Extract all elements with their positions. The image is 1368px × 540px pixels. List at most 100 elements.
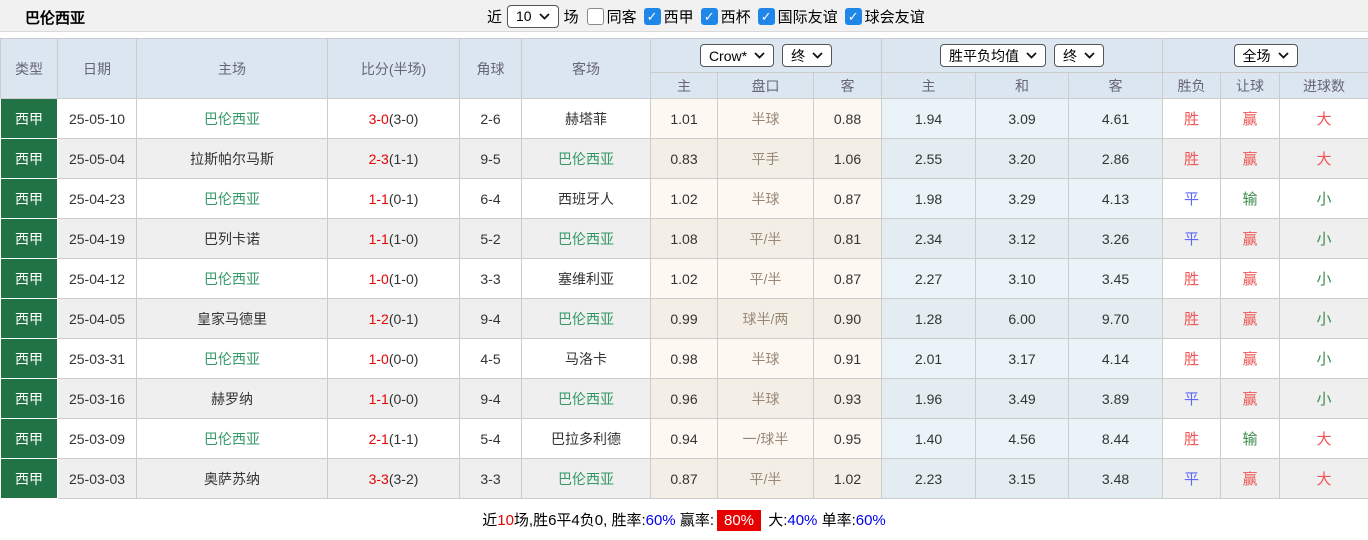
- odds-draw-cell: 3.49: [975, 378, 1070, 419]
- table-row: 西甲 25-05-10 巴伦西亚 3-0(3-0) 2-6 赫塔菲 1.01 半…: [0, 98, 1368, 139]
- away-team-cell: 巴拉多利德: [521, 418, 651, 459]
- summary-segment: 10: [497, 511, 514, 529]
- corners-cell: 3-3: [459, 458, 522, 499]
- away-team-cell: 赫塔菲: [521, 98, 651, 139]
- handicap-away-odds-cell: 1.06: [812, 138, 883, 179]
- handicap-away-odds-cell: 0.93: [812, 378, 883, 419]
- result-handicap-cell: 输: [1220, 178, 1281, 219]
- filter-bar: 近 10 场 同客 ✓ 西甲 ✓ 西杯 ✓ 国际友谊 ✓ 球会友谊: [487, 4, 925, 28]
- bookmaker-select[interactable]: Crow*: [699, 44, 775, 67]
- filter-checkbox-label: 西甲: [663, 8, 694, 26]
- summary-text: 近10场,胜6平4负0, 胜率:60% 赢率: 80% 大:40% 单率:60%: [482, 509, 886, 531]
- fulltime-score: 1-0: [368, 350, 389, 367]
- summary-segment: 近: [482, 511, 498, 529]
- league-type-cell: 西甲: [0, 218, 58, 259]
- handicap-line-cell: 半球: [717, 98, 814, 139]
- fulltime-score: 1-1: [368, 230, 389, 247]
- fulltime-score: 3-0: [368, 110, 389, 127]
- table-row: 西甲 25-03-03 奥萨苏纳 3-3(3-2) 3-3 巴伦西亚 0.87 …: [0, 458, 1368, 499]
- filter-checkbox[interactable]: ✓: [700, 7, 718, 25]
- subcol-result-goals: 进球数: [1279, 72, 1368, 99]
- table-row: 西甲 25-03-09 巴伦西亚 2-1(1-1) 5-4 巴拉多利德 0.94…: [0, 418, 1368, 459]
- period-select[interactable]: 全场: [1233, 44, 1298, 67]
- result-wdl-cell: 胜: [1162, 138, 1222, 179]
- table-row: 西甲 25-04-19 巴列卡诺 1-1(1-0) 5-2 巴伦西亚 1.08 …: [0, 218, 1368, 259]
- league-type-cell: 西甲: [0, 298, 58, 339]
- handicap-time-select[interactable]: 终: [782, 44, 833, 67]
- filter-checkbox[interactable]: ✓: [844, 7, 862, 25]
- result-handicap-cell: 赢: [1220, 338, 1281, 379]
- odds-away-cell: 4.61: [1068, 98, 1164, 139]
- handicap-away-odds-cell: 1.02: [812, 458, 883, 499]
- away-team-cell: 巴伦西亚: [521, 138, 651, 179]
- league-type-cell: 西甲: [0, 378, 58, 419]
- odds-draw-cell: 3.10: [975, 258, 1070, 299]
- corners-cell: 9-4: [459, 298, 522, 339]
- result-goals-cell: 大: [1279, 98, 1368, 139]
- handicap-line-cell: 球半/两: [717, 298, 814, 339]
- halftime-score: (0-0): [388, 390, 419, 407]
- odds-home-cell: 2.34: [881, 218, 977, 259]
- matches-label: 场: [563, 8, 579, 26]
- period-value: 全场: [1242, 47, 1271, 64]
- handicap-line-cell: 一/球半: [717, 418, 814, 459]
- score-cell: 1-1(1-0): [327, 218, 460, 259]
- filter-checkbox[interactable]: ✓: [643, 7, 661, 25]
- league-type-cell: 西甲: [0, 458, 58, 499]
- result-handicap-cell: 赢: [1220, 378, 1281, 419]
- away-team-cell: 巴伦西亚: [521, 378, 651, 419]
- league-type-cell: 西甲: [0, 178, 58, 219]
- odds-away-cell: 2.86: [1068, 138, 1164, 179]
- result-wdl-cell: 胜: [1162, 418, 1222, 459]
- fulltime-score: 1-0: [368, 270, 389, 287]
- away-team-cell: 巴伦西亚: [521, 458, 651, 499]
- table-row: 西甲 25-03-31 巴伦西亚 1-0(0-0) 4-5 马洛卡 0.98 半…: [0, 338, 1368, 379]
- home-team-cell: 巴伦西亚: [136, 98, 328, 139]
- result-handicap-cell: 赢: [1220, 138, 1281, 179]
- recent-count-select[interactable]: 10: [507, 4, 559, 28]
- summary-segment: 场,胜6平4负0, 胜率:: [513, 511, 646, 529]
- subcol-result-wdl: 胜负: [1162, 72, 1222, 99]
- summary-segment: 单率:: [817, 511, 856, 529]
- odds-draw-cell: 3.20: [975, 138, 1070, 179]
- filter-checkbox-group: ✓ 国际友谊: [757, 6, 838, 27]
- result-wdl-cell: 胜: [1162, 298, 1222, 339]
- odds-away-cell: 3.45: [1068, 258, 1164, 299]
- result-goals-cell: 大: [1279, 418, 1368, 459]
- handicap-line-cell: 平/半: [717, 218, 814, 259]
- handicap-away-odds-cell: 0.90: [812, 298, 883, 339]
- filter-checkbox-label: 西杯: [720, 8, 751, 26]
- page-title: 巴伦西亚: [25, 10, 86, 27]
- summary-segment: 大:: [764, 511, 788, 529]
- corners-cell: 5-4: [459, 418, 522, 459]
- handicap-home-odds-cell: 0.94: [650, 418, 718, 459]
- odds-away-cell: 8.44: [1068, 418, 1164, 459]
- summary-segment: 40%: [787, 511, 818, 529]
- odds-home-cell: 2.55: [881, 138, 977, 179]
- result-wdl-cell: 平: [1162, 218, 1222, 259]
- bookmaker-value: Crow*: [708, 47, 748, 64]
- corners-cell: 2-6: [459, 98, 522, 139]
- league-type-cell: 西甲: [0, 138, 58, 179]
- odds-draw-cell: 6.00: [975, 298, 1070, 339]
- fulltime-score: 1-1: [368, 390, 389, 407]
- fulltime-score: 2-1: [368, 430, 389, 447]
- fulltime-score: 1-2: [368, 310, 389, 327]
- result-goals-cell: 大: [1279, 138, 1368, 179]
- handicap-away-odds-cell: 0.87: [812, 258, 883, 299]
- fulltime-score: 1-1: [368, 190, 389, 207]
- odds-type-select[interactable]: 胜平负均值: [940, 44, 1047, 67]
- corners-cell: 6-4: [459, 178, 522, 219]
- date-cell: 25-05-10: [57, 98, 137, 139]
- filter-checkboxes: 同客 ✓ 西甲 ✓ 西杯 ✓ 国际友谊 ✓ 球会友谊: [584, 6, 925, 27]
- odds-time-select[interactable]: 终: [1054, 44, 1105, 67]
- chevron-down-icon: [1084, 52, 1095, 59]
- league-type-cell: 西甲: [0, 258, 58, 299]
- filter-checkbox-group: ✓ 西杯: [700, 6, 751, 27]
- corners-cell: 5-2: [459, 218, 522, 259]
- filter-checkbox[interactable]: ✓: [757, 7, 775, 25]
- filter-checkbox[interactable]: [586, 7, 604, 25]
- odds-group-header: 胜平负均值 终: [881, 38, 1164, 73]
- handicap-line-cell: 半球: [717, 378, 814, 419]
- summary-segment: 60%: [645, 511, 676, 529]
